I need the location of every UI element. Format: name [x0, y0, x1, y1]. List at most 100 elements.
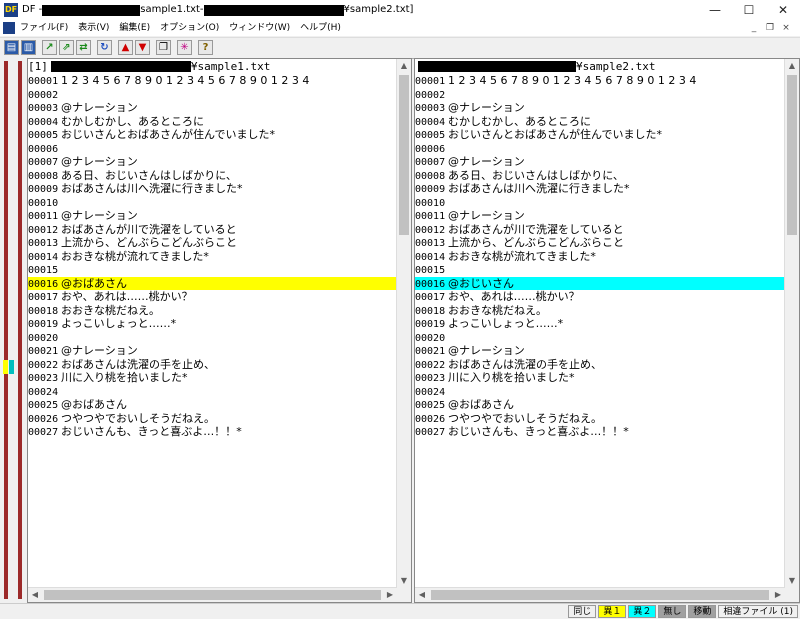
right-horizontal-scrollbar[interactable]: ◀ ▶ [415, 587, 785, 602]
text-line[interactable]: 00022 おばあさんは洗濯の手を止め、 [28, 358, 397, 372]
text-line[interactable]: 00015 [28, 263, 397, 277]
text-line[interactable]: 00004 むかしむかし、あるところに [415, 115, 785, 129]
scroll-down-icon[interactable]: ▼ [397, 574, 411, 588]
text-line[interactable]: 00008 ある日、おじいさんはしばかりに、 [28, 169, 397, 183]
down-red-icon[interactable]: ▼ [135, 40, 150, 55]
left-scroll-thumb[interactable] [399, 75, 409, 235]
help-icon[interactable]: ? [198, 40, 213, 55]
left-vertical-scrollbar[interactable]: ▲ ▼ [396, 59, 411, 588]
menu-item[interactable]: 表示(V) [78, 20, 109, 36]
text-line[interactable]: 00012 おばあさんが川で洗濯をしていると [28, 223, 397, 237]
mdi-minimize-button[interactable]: _ [746, 20, 762, 36]
text-line[interactable]: 00020 [28, 331, 397, 345]
text-line[interactable]: 00014 おおきな桃が流れてきました* [415, 250, 785, 264]
mdi-close-button[interactable]: × [778, 20, 794, 36]
text-line[interactable]: 00013 上流から、どんぶらこどんぶらこと [415, 236, 785, 250]
text-line[interactable]: 00026 つやつやでおいしそうだねえ。 [415, 412, 785, 426]
left-hscroll-thumb[interactable] [44, 590, 381, 600]
menu-item[interactable]: ウィンドウ(W) [229, 20, 290, 36]
text-line[interactable]: 00005 おじいさんとおばあさんが住んでいました* [28, 128, 397, 142]
text-line[interactable]: 00007 @ナレーション [415, 155, 785, 169]
text-line[interactable]: 00008 ある日、おじいさんはしばかりに、 [415, 169, 785, 183]
scroll-left-icon[interactable]: ◀ [415, 588, 429, 602]
right-text-area[interactable]: 00001 1 2 3 4 5 6 7 8 9 0 1 2 3 4 5 6 7 8… [415, 74, 785, 439]
copy-icon[interactable]: ❐ [156, 40, 171, 55]
menu-item[interactable]: オプション(O) [160, 20, 219, 36]
diff-overview-bar[interactable] [0, 58, 27, 603]
text-line[interactable]: 00006 [28, 142, 397, 156]
text-line[interactable]: 00009 おばあさんは川へ洗濯に行きました* [415, 182, 785, 196]
text-line[interactable]: 00014 おおきな桃が流れてきました* [28, 250, 397, 264]
text-line[interactable]: 00018 おおきな桃だねえ。 [415, 304, 785, 318]
document-icon[interactable] [3, 22, 15, 34]
close-button[interactable]: ✕ [766, 0, 800, 20]
right-pane[interactable]: ¥sample2.txt 00001 1 2 3 4 5 6 7 8 9 0 1 … [414, 58, 800, 603]
text-line[interactable]: 00019 よっこいしょっと……* [415, 317, 785, 331]
open-icon[interactable]: ▤ [4, 40, 19, 55]
left-text-area[interactable]: 00001 1 2 3 4 5 6 7 8 9 0 1 2 3 4 5 6 7 8… [28, 74, 397, 439]
scroll-up-icon[interactable]: ▲ [785, 59, 799, 73]
text-line[interactable]: 00003 @ナレーション [28, 101, 397, 115]
text-line[interactable]: 00023 川に入り桃を拾いました* [415, 371, 785, 385]
right-vertical-scrollbar[interactable]: ▲ ▼ [784, 59, 799, 588]
sync-icon[interactable]: ✳ [177, 40, 192, 55]
text-line[interactable]: 00021 @ナレーション [28, 344, 397, 358]
scroll-right-icon[interactable]: ▶ [383, 588, 397, 602]
text-line[interactable]: 00011 @ナレーション [415, 209, 785, 223]
text-line[interactable]: 00024 [28, 385, 397, 399]
text-line[interactable]: 00025 @おばあさん [28, 398, 397, 412]
scroll-right-icon[interactable]: ▶ [771, 588, 785, 602]
menu-item[interactable]: ファイル(F) [20, 20, 68, 36]
text-line[interactable]: 00012 おばあさんが川で洗濯をしていると [415, 223, 785, 237]
right-scroll-thumb[interactable] [787, 75, 797, 235]
up-red-icon[interactable]: ▲ [118, 40, 133, 55]
text-line[interactable]: 00011 @ナレーション [28, 209, 397, 223]
left-horizontal-scrollbar[interactable]: ◀ ▶ [28, 587, 397, 602]
swap-icon[interactable]: ⇄ [76, 40, 91, 55]
maximize-button[interactable]: ☐ [732, 0, 766, 20]
text-line[interactable]: 00010 [415, 196, 785, 210]
text-line[interactable]: 00009 おばあさんは川へ洗濯に行きました* [28, 182, 397, 196]
text-line[interactable]: 00027 おじいさんも、きっと喜ぶよ…！！* [415, 425, 785, 439]
text-line[interactable]: 00024 [415, 385, 785, 399]
compare-icon[interactable]: ▥ [21, 40, 36, 55]
scroll-down-icon[interactable]: ▼ [785, 574, 799, 588]
text-line[interactable]: 00015 [415, 263, 785, 277]
text-line[interactable]: 00025 @おばあさん [415, 398, 785, 412]
text-line[interactable]: 00004 むかしむかし、あるところに [28, 115, 397, 129]
text-line[interactable]: 00013 上流から、どんぶらこどんぶらこと [28, 236, 397, 250]
text-line[interactable]: 00002 [415, 88, 785, 102]
refresh-icon[interactable]: ↻ [97, 40, 112, 55]
overview-diff2-marker[interactable] [9, 360, 14, 374]
text-line[interactable]: 00001 1 2 3 4 5 6 7 8 9 0 1 2 3 4 5 6 7 8… [415, 74, 785, 88]
text-line[interactable]: 00017 おや、あれは……桃かい？ [415, 290, 785, 304]
menu-item[interactable]: 編集(E) [119, 20, 150, 36]
text-line[interactable]: 00016 @おばあさん [28, 276, 397, 290]
text-line[interactable]: 00018 おおきな桃だねえ。 [28, 304, 397, 318]
text-line[interactable]: 00023 川に入り桃を拾いました* [28, 371, 397, 385]
text-line[interactable]: 00021 @ナレーション [415, 344, 785, 358]
minimize-button[interactable]: — [698, 0, 732, 20]
text-line[interactable]: 00020 [415, 331, 785, 345]
left-pane[interactable]: [1] ¥sample1.txt 00001 1 2 3 4 5 6 7 8 9 … [27, 58, 412, 603]
menu-item[interactable]: ヘルプ(H) [300, 20, 341, 36]
text-line[interactable]: 00003 @ナレーション [415, 101, 785, 115]
text-line[interactable]: 00006 [415, 142, 785, 156]
prev-diff-icon[interactable]: ↗ [42, 40, 57, 55]
text-line[interactable]: 00017 おや、あれは……桃かい？ [28, 290, 397, 304]
text-line[interactable]: 00016 @おじいさん [415, 276, 785, 290]
text-line[interactable]: 00001 1 2 3 4 5 6 7 8 9 0 1 2 3 4 5 6 7 8… [28, 74, 397, 88]
text-line[interactable]: 00007 @ナレーション [28, 155, 397, 169]
text-line[interactable]: 00002 [28, 88, 397, 102]
text-line[interactable]: 00026 つやつやでおいしそうだねえ。 [28, 412, 397, 426]
text-line[interactable]: 00027 おじいさんも、きっと喜ぶよ…！！* [28, 425, 397, 439]
scroll-up-icon[interactable]: ▲ [397, 59, 411, 73]
right-hscroll-thumb[interactable] [431, 590, 769, 600]
scroll-left-icon[interactable]: ◀ [28, 588, 42, 602]
text-line[interactable]: 00005 おじいさんとおばあさんが住んでいました* [415, 128, 785, 142]
text-line[interactable]: 00010 [28, 196, 397, 210]
text-line[interactable]: 00022 おばあさんは洗濯の手を止め、 [415, 358, 785, 372]
overview-diff1-marker[interactable] [3, 360, 8, 374]
mdi-restore-button[interactable]: ❐ [762, 20, 778, 36]
next-diff-icon[interactable]: ⇗ [59, 40, 74, 55]
